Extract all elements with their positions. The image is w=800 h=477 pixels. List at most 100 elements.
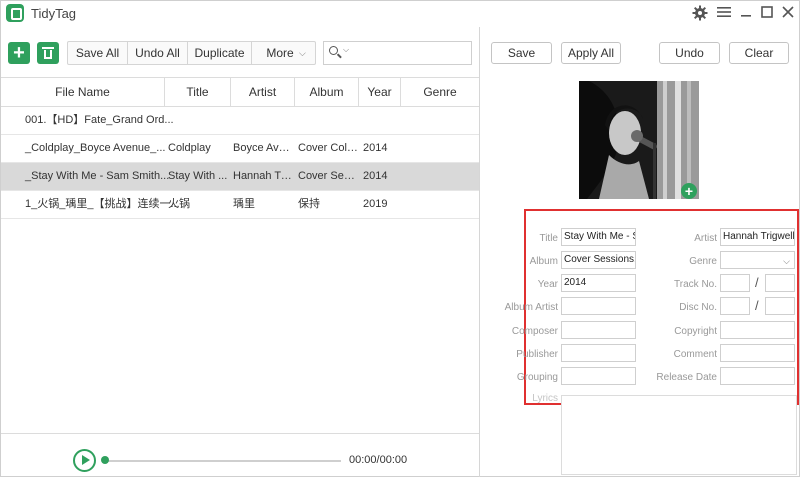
album-artist-field[interactable] [561, 297, 636, 315]
lyrics-label: Lyrics [532, 393, 558, 404]
title-bar: TidyTag [1, 1, 799, 27]
column-header-artist[interactable]: Artist [231, 78, 295, 106]
table-row[interactable]: _Coldplay_Boyce Avenue_... Coldplay Boyc… [1, 135, 479, 163]
artist-cell: Hannah Tri... [233, 170, 293, 182]
table-row[interactable]: 001.【HD】Fate_Grand Ord... [1, 107, 479, 135]
disc-number-field[interactable] [720, 297, 750, 315]
add-cover-icon[interactable]: + [681, 183, 697, 199]
delete-file-button[interactable] [37, 42, 59, 64]
chevron-down-icon[interactable]: ⌵ [343, 45, 349, 55]
title-cell: 火锅 [168, 198, 190, 210]
table-row-selected[interactable]: _Stay With Me - Sam Smith... Stay With .… [1, 163, 479, 191]
grouping-field[interactable] [561, 367, 636, 385]
title-label: Title [539, 233, 558, 244]
artist-label: Artist [694, 233, 717, 244]
column-header-album[interactable]: Album [295, 78, 359, 106]
trash-icon [42, 47, 54, 49]
progress-handle[interactable] [101, 456, 109, 464]
genre-select[interactable]: ⌵ [720, 251, 795, 269]
file-name-cell: _Coldplay_Boyce Avenue_... [25, 142, 166, 154]
album-cell: Cover Ses... [298, 170, 358, 182]
album-field[interactable]: Cover Sessions, [561, 251, 636, 269]
column-header-year[interactable]: Year [359, 78, 401, 106]
grouping-label: Grouping [516, 372, 558, 383]
gear-icon[interactable] [691, 5, 709, 23]
artist-cell: 瑀里 [233, 198, 255, 210]
year-cell: 2014 [363, 170, 388, 182]
copyright-field[interactable] [720, 321, 795, 339]
album-cover-image[interactable] [579, 81, 699, 199]
search-icon [329, 46, 338, 55]
column-header-file-name[interactable]: File Name [1, 78, 165, 106]
year-cell: 2019 [363, 198, 388, 210]
toolbar: Save All Undo All Duplicate More ⌵ [67, 41, 316, 65]
lyrics-textarea[interactable] [561, 395, 797, 475]
app-title: TidyTag [31, 6, 77, 21]
track-total-field[interactable] [765, 274, 795, 292]
playback-time: 00:00/00:00 [349, 454, 408, 466]
release-date-field[interactable] [720, 367, 795, 385]
publisher-label: Publisher [516, 349, 558, 360]
genre-cell [405, 135, 475, 162]
genre-label: Genre [689, 256, 717, 267]
save-button[interactable]: Save [491, 42, 552, 64]
search-box[interactable]: ⌵ [323, 41, 472, 65]
file-name-cell: 001.【HD】Fate_Grand Ord... [25, 114, 174, 126]
title-field[interactable]: Stay With Me - S [561, 228, 636, 246]
title-cell: Coldplay [168, 142, 211, 154]
disc-separator: / [755, 298, 759, 313]
column-header-genre[interactable]: Genre [401, 78, 479, 106]
year-label: Year [537, 279, 558, 290]
minimize-icon[interactable] [737, 5, 755, 23]
progress-bar[interactable] [105, 460, 341, 462]
artist-field[interactable]: Hannah Trigwell [720, 228, 795, 246]
comment-label: Comment [673, 349, 717, 360]
app-logo-icon [6, 4, 24, 22]
album-cell: 保持 [298, 198, 320, 210]
track-number-field[interactable] [720, 274, 750, 292]
album-label: Album [529, 256, 558, 267]
year-cell: 2014 [363, 142, 388, 154]
file-list-pane: + Save All Undo All Duplicate More ⌵ ⌵ F… [1, 27, 480, 477]
duplicate-button[interactable]: Duplicate [188, 42, 252, 64]
composer-label: Composer [511, 326, 558, 337]
audio-player: 00:00/00:00 [1, 433, 479, 477]
file-name-cell: 1_火锅_瑀里_【挑战】连续一... [25, 198, 180, 210]
close-icon[interactable] [779, 5, 797, 23]
track-no-label: Track No. [674, 279, 717, 290]
chevron-down-icon: ⌵ [783, 256, 790, 266]
search-input[interactable] [354, 44, 466, 62]
file-name-cell: _Stay With Me - Sam Smith... [25, 170, 170, 182]
clear-button[interactable]: Clear [729, 42, 789, 64]
hamburger-menu-icon[interactable] [715, 5, 733, 23]
save-all-button[interactable]: Save All [68, 42, 128, 64]
play-icon[interactable] [73, 449, 96, 472]
table-header: File Name Title Artist Album Year Genre [1, 77, 479, 107]
app-window: TidyTag + Save All Undo All Duplicate Mo… [0, 0, 800, 477]
comment-field[interactable] [720, 344, 795, 362]
table-row[interactable]: 1_火锅_瑀里_【挑战】连续一... 火锅 瑀里 保持 2019 [1, 191, 479, 219]
file-table: File Name Title Artist Album Year Genre … [1, 77, 479, 219]
maximize-icon[interactable] [758, 5, 776, 23]
disc-no-label: Disc No. [679, 302, 717, 313]
title-cell: Stay With ... [168, 170, 228, 182]
undo-all-button[interactable]: Undo All [128, 42, 188, 64]
tag-editor-pane: Save Apply All Undo Clear + Title Stay W… [481, 27, 799, 477]
disc-total-field[interactable] [765, 297, 795, 315]
album-cell: Cover Coll... [298, 142, 358, 154]
genre-cell [405, 163, 475, 190]
genre-cell [405, 191, 475, 218]
artist-cell: Boyce Ave... [233, 142, 293, 154]
release-date-label: Release Date [656, 372, 717, 383]
copyright-label: Copyright [674, 326, 717, 337]
column-header-title[interactable]: Title [165, 78, 231, 106]
composer-field[interactable] [561, 321, 636, 339]
add-file-button[interactable]: + [8, 42, 30, 64]
apply-all-button[interactable]: Apply All [561, 42, 621, 64]
publisher-field[interactable] [561, 344, 636, 362]
album-artist-label: Album Artist [504, 302, 558, 313]
chevron-down-icon: ⌵ [299, 48, 306, 58]
undo-button[interactable]: Undo [659, 42, 720, 64]
year-field[interactable]: 2014 [561, 274, 636, 292]
track-separator: / [755, 275, 759, 290]
